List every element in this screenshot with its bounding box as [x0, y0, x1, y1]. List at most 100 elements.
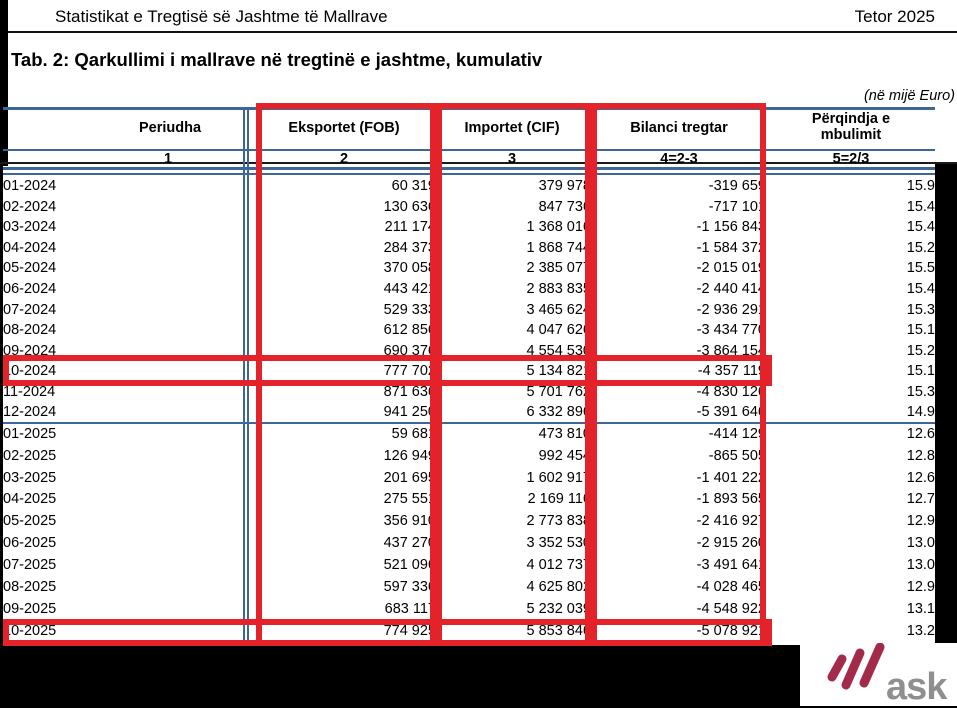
cell-balance: -4 548 922	[696, 600, 766, 617]
cell-period: 06-2025	[3, 535, 57, 552]
table-row: 07-2024 529 333 3 465 624 -2 936 291 15.3	[3, 300, 935, 321]
cell-period: 10-2025	[3, 622, 57, 639]
cell-exports: 275 551	[383, 491, 436, 508]
cell-exports: 201 695	[383, 469, 436, 486]
cell-period: 10-2024	[3, 363, 57, 380]
cell-imports: 847 736	[538, 198, 591, 215]
cell-period: 02-2024	[3, 198, 57, 215]
cell-balance: -3 434 770	[696, 322, 766, 339]
cell-exports: 871 636	[383, 383, 436, 400]
document-header-title: Statistikat e Tregtisë së Jashtme të Mal…	[55, 7, 388, 26]
cell-coverage: 13.2	[906, 622, 935, 639]
cell-coverage: 15.1	[906, 322, 935, 339]
cell-exports: 521 096	[383, 557, 436, 574]
cell-exports: 690 376	[383, 342, 436, 359]
table-row: 08-2025 597 336 4 625 802 -4 028 465 12.9	[3, 576, 935, 598]
table-row: 01-2024 60 319 379 978 -319 659 15.9	[3, 176, 935, 197]
table-row: 02-2024 130 636 847 736 -717 101 15.4	[3, 197, 935, 218]
cell-imports: 3 352 530	[526, 535, 591, 552]
cell-coverage: 15.3	[906, 383, 935, 400]
cell-imports: 2 883 835	[526, 281, 591, 298]
cell-coverage: 15.2	[906, 342, 935, 359]
cell-coverage: 15.5	[906, 260, 935, 277]
page-edge-right	[935, 163, 957, 645]
table-row: 02-2025 126 949 992 454 -865 505 12.8	[3, 445, 935, 467]
page-edge-left	[0, 0, 8, 166]
table-row: 09-2025 683 117 5 232 039 -4 548 922 13.1	[3, 598, 935, 620]
cell-exports: 443 421	[383, 281, 436, 298]
cell-balance: -1 401 222	[696, 469, 766, 486]
cell-exports: 59 681	[244, 422, 436, 446]
table-rule-header	[3, 149, 935, 151]
cell-coverage: 13.0	[906, 535, 935, 552]
cell-exports: 529 333	[383, 301, 436, 318]
cell-exports: 777 702	[383, 363, 436, 380]
cell-period: 03-2024	[3, 219, 57, 236]
cell-period: 08-2025	[3, 579, 57, 596]
cell-balance: -2 015 019	[696, 260, 766, 277]
col-code-coverage: 5=2/3	[832, 151, 870, 167]
document-header-period: Tetor 2025	[854, 7, 935, 26]
cell-imports: 2 773 838	[526, 513, 591, 530]
table-row: 04-2025 275 551 2 169 116 -1 893 565 12.7	[3, 489, 935, 511]
col-code-exports: 2	[339, 151, 349, 167]
cell-imports: 5 134 821	[526, 363, 591, 380]
cell-imports: 5 232 039	[526, 600, 591, 617]
cell-coverage: 15.4	[906, 281, 935, 298]
cell-exports: 683 117	[384, 600, 436, 617]
col-code-balance: 4=2-3	[660, 151, 698, 167]
table-row: 04-2024 284 373 1 868 744 -1 584 372 15.2	[3, 238, 935, 259]
cell-exports: 126 949	[383, 447, 436, 464]
cell-coverage: 15.2	[906, 239, 935, 256]
cell-exports: 211 174	[384, 219, 436, 236]
cell-balance: -3 491 641	[696, 557, 766, 574]
table-row: 05-2024 370 058 2 385 077 -2 015 019 15.5	[3, 258, 935, 279]
col-header-period: Periudha	[138, 120, 202, 136]
cell-balance: -4 830 126	[696, 383, 766, 400]
table-title: Tab. 2: Qarkullimi i mallrave në tregtin…	[11, 49, 543, 70]
cell-period: 01-2024	[3, 178, 57, 195]
cell-imports: 4 047 626	[526, 322, 591, 339]
cell-balance: -4 028 465	[696, 579, 766, 596]
cell-balance: -5 391 646	[696, 404, 766, 421]
table-row: 07-2025 521 096 4 012 737 -3 491 641 13.0	[3, 554, 935, 576]
cell-period: 07-2024	[3, 301, 57, 318]
cell-imports: 4 625 802	[526, 579, 591, 596]
cell-coverage: 12.6	[766, 422, 935, 446]
cell-period: 12-2024	[3, 404, 57, 421]
cell-period: 01-2025	[3, 422, 244, 446]
table-row: 03-2025 201 695 1 602 917 -1 401 222 12.6	[3, 467, 935, 489]
cell-exports: 60 319	[391, 178, 436, 195]
cell-period: 03-2025	[3, 469, 57, 486]
table-row: 05-2025 356 910 2 773 838 -2 416 927 12.9	[3, 511, 935, 533]
cell-coverage: 12.7	[906, 491, 935, 508]
cell-coverage: 12.6	[906, 469, 935, 486]
cell-exports: 284 373	[383, 239, 436, 256]
table-rule-subheader-a	[3, 167, 935, 170]
col-code-period: 1	[163, 151, 173, 167]
cell-coverage: 15.3	[906, 301, 935, 318]
table-rule-subheader-b	[3, 173, 935, 175]
cell-period: 05-2024	[3, 260, 57, 277]
cell-imports: 1 368 016	[526, 219, 591, 236]
cell-imports: 2 169 116	[527, 491, 591, 508]
table-row: 08-2024 612 856 4 047 626 -3 434 770 15.1	[3, 320, 935, 341]
cell-imports: 1 868 744	[526, 239, 591, 256]
col-header-balance: Bilanci tregtar	[630, 120, 728, 136]
cell-imports: 992 454	[538, 447, 591, 464]
cell-balance: -2 915 260	[696, 535, 766, 552]
table-row: 12-2024 941 250 6 332 896 -5 391 646 14.9	[3, 403, 935, 424]
cell-exports: 774 925	[383, 622, 436, 639]
cell-imports: 4 012 737	[526, 557, 591, 574]
document-page: Statistikat e Tregtisë së Jashtme të Mal…	[0, 0, 957, 708]
cell-balance: -414 129	[591, 422, 766, 446]
cell-balance: -865 505	[708, 447, 766, 464]
table-rule-dark	[0, 162, 957, 164]
cell-balance: -319 659	[708, 178, 766, 195]
cell-imports: 5 853 846	[526, 622, 591, 639]
cell-imports: 5 701 762	[526, 383, 591, 400]
ask-logo-text: ask	[886, 666, 948, 706]
cell-imports: 3 465 624	[526, 301, 591, 318]
table-rule-top	[3, 107, 935, 110]
unit-note: (në mijë Euro)	[863, 88, 955, 104]
